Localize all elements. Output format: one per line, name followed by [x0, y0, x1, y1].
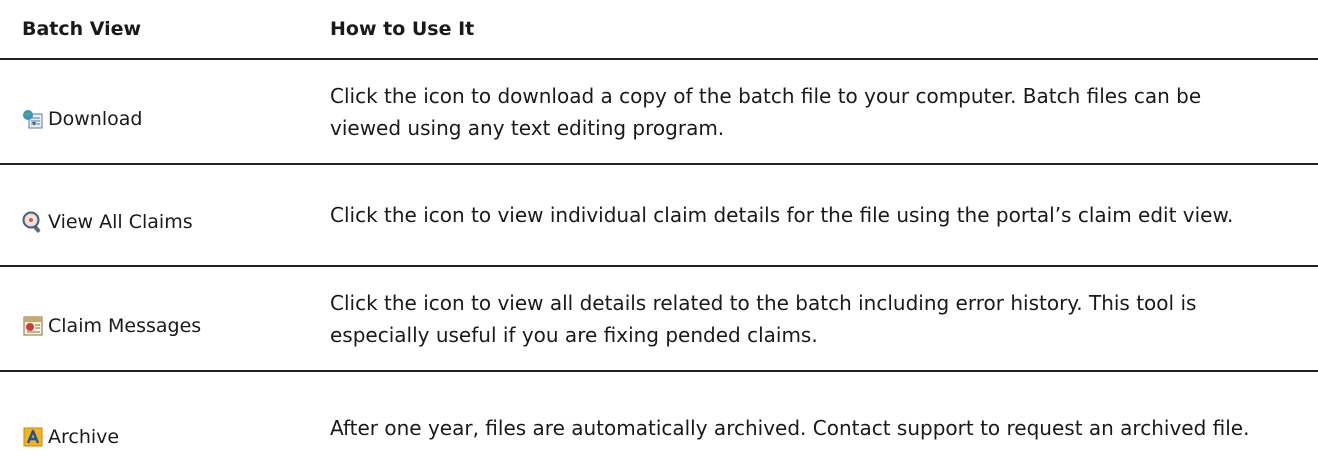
download-cell: Download [22, 94, 330, 130]
archive-cell: Archive [22, 400, 330, 448]
claim-messages-label: Claim Messages [48, 314, 202, 337]
table-header: Batch View How to Use It [0, 0, 1318, 60]
table-row: Download Click the icon to download a co… [0, 60, 1318, 165]
header-batch-view: Batch View [22, 18, 142, 40]
table-row: View All Claims Click the icon to view i… [0, 165, 1318, 267]
view-all-claims-label: View All Claims [48, 211, 193, 233]
view-all-claims-description: Click the icon to view individual claim … [330, 203, 1234, 227]
batch-view-table: Batch View How to Use It Download Click … [0, 0, 1318, 475]
magnifier-icon[interactable] [22, 211, 44, 233]
archive-description: After one year, files are automatically … [330, 415, 1250, 440]
view-all-claims-cell: View All Claims [22, 197, 330, 233]
table-row: Archive After one year, files are automa… [0, 372, 1318, 475]
claim-messages-cell: Claim Messages [22, 301, 330, 337]
header-how-to-use: How to Use It [330, 18, 475, 40]
archive-icon[interactable] [22, 426, 44, 448]
claim-messages-description: Click the icon to view all details relat… [330, 290, 1197, 347]
table-row: Claim Messages Click the icon to view al… [0, 267, 1318, 372]
download-description: Click the icon to download a copy of the… [330, 83, 1202, 140]
download-label: Download [48, 107, 143, 130]
messages-icon[interactable] [22, 315, 44, 337]
download-icon[interactable] [22, 108, 44, 130]
archive-label: Archive [48, 425, 120, 448]
